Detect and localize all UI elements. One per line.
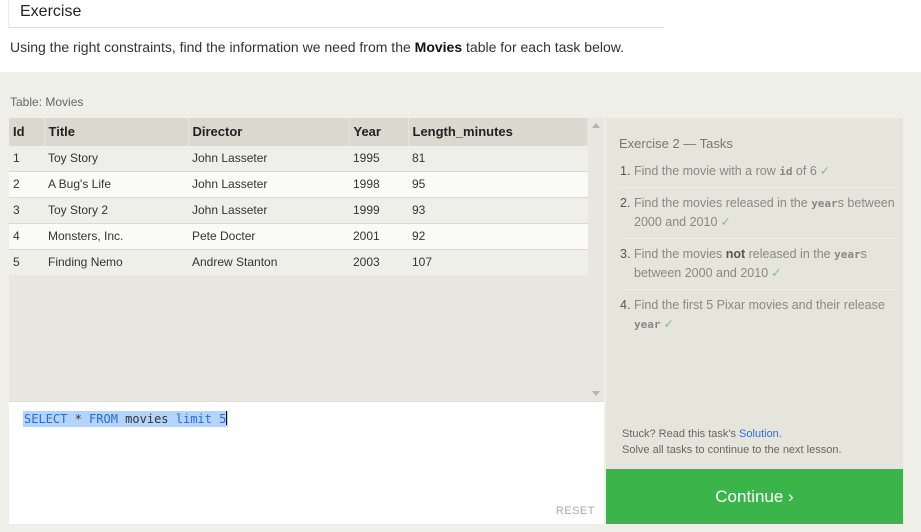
top-area: Exercise Using the right constraints, fi… [0,0,921,72]
table-row: 2 A Bug's Life John Lasseter 1998 95 [9,170,588,197]
cell-year: 1998 [349,170,408,197]
text-caret [226,411,228,425]
movies-table: Id Title Director Year Length_minutes 1 … [9,118,588,275]
cell-length: 92 [408,222,588,249]
tasks-title: Exercise 2 — Tasks [619,136,733,151]
table-row: 4 Monsters, Inc. Pete Docter 2001 92 [9,222,588,249]
cell-length: 107 [408,248,588,275]
task-item: 1. Find the movie with a row id of 6 ✓ [620,162,898,188]
solution-link[interactable]: Solution [739,428,779,440]
instruction-text: Using the right constraints, find the in… [10,39,624,55]
cell-year: 2001 [349,222,408,249]
table-row: 5 Finding Nemo Andrew Stanton 2003 107 [9,248,588,275]
results-table-panel: Id Title Director Year Length_minutes 1 … [9,118,604,401]
cell-id: 1 [9,144,44,171]
column-header-title: Title [44,118,189,145]
table-scrollbar[interactable] [589,118,604,401]
stuck-help-text: Stuck? Read this task's Solution. Solve … [622,428,842,456]
cell-title: Finding Nemo [44,248,188,275]
cell-title: A Bug's Life [44,170,188,197]
task-item: 2. Find the movies released in the years … [620,194,898,239]
table-row: 1 Toy Story John Lasseter 1995 81 [9,144,588,171]
cell-length: 93 [408,196,588,223]
table-label: Table: Movies [10,95,84,109]
continue-button[interactable]: Continue › [606,469,903,524]
cell-director: Pete Docter [188,222,349,249]
task-item: 4. Find the first 5 Pixar movies and thei… [620,298,885,331]
cell-length: 81 [408,144,588,171]
table-header-row: Id Title Director Year Length_minutes [9,118,588,145]
scroll-down-arrow-icon[interactable] [592,391,600,396]
column-header-director: Director [188,118,350,145]
checkmark-icon: ✓ [720,215,731,229]
scroll-up-arrow-icon[interactable] [592,123,600,128]
cell-length: 95 [408,170,588,197]
task-list: 1. Find the movie with a row id of 6 ✓ 2. F… [620,162,898,346]
cell-id: 4 [9,222,44,249]
sql-query-editor[interactable]: SELECT * FROM movies limit 5 RESET [9,401,604,524]
checkmark-icon: ✓ [663,317,674,331]
solve-all-text: Solve all tasks to continue to the next … [622,444,842,456]
cell-year: 2003 [349,248,408,275]
checkmark-icon: ✓ [771,266,782,280]
cell-id: 5 [9,248,44,275]
cell-id: 3 [9,196,44,223]
cell-title: Monsters, Inc. [44,222,188,249]
cell-title: Toy Story [44,144,188,171]
cell-director: Andrew Stanton [188,248,349,275]
sql-query-text[interactable]: SELECT * FROM movies limit 5 [23,411,229,427]
tasks-panel: Exercise 2 — Tasks 1. Find the movie with… [606,118,903,469]
cell-director: John Lasseter [188,144,349,171]
checkmark-icon: ✓ [819,164,831,178]
instruction-table-name: Movies [414,39,463,55]
table-row: 3 Toy Story 2 John Lasseter 1999 93 [9,196,588,223]
column-header-id: Id [9,118,45,145]
cell-director: John Lasseter [188,196,349,223]
task-item: 3. Find the movies not released in the ye… [620,245,898,290]
column-header-length: Length_minutes [408,118,588,145]
cell-title: Toy Story 2 [44,196,188,223]
cell-year: 1995 [349,144,408,171]
column-header-year: Year [349,118,409,145]
cell-id: 2 [9,170,44,197]
cell-year: 1999 [349,196,408,223]
reset-button[interactable]: RESET [556,505,595,517]
cell-director: John Lasseter [188,170,349,197]
exercise-heading: Exercise [8,0,664,28]
